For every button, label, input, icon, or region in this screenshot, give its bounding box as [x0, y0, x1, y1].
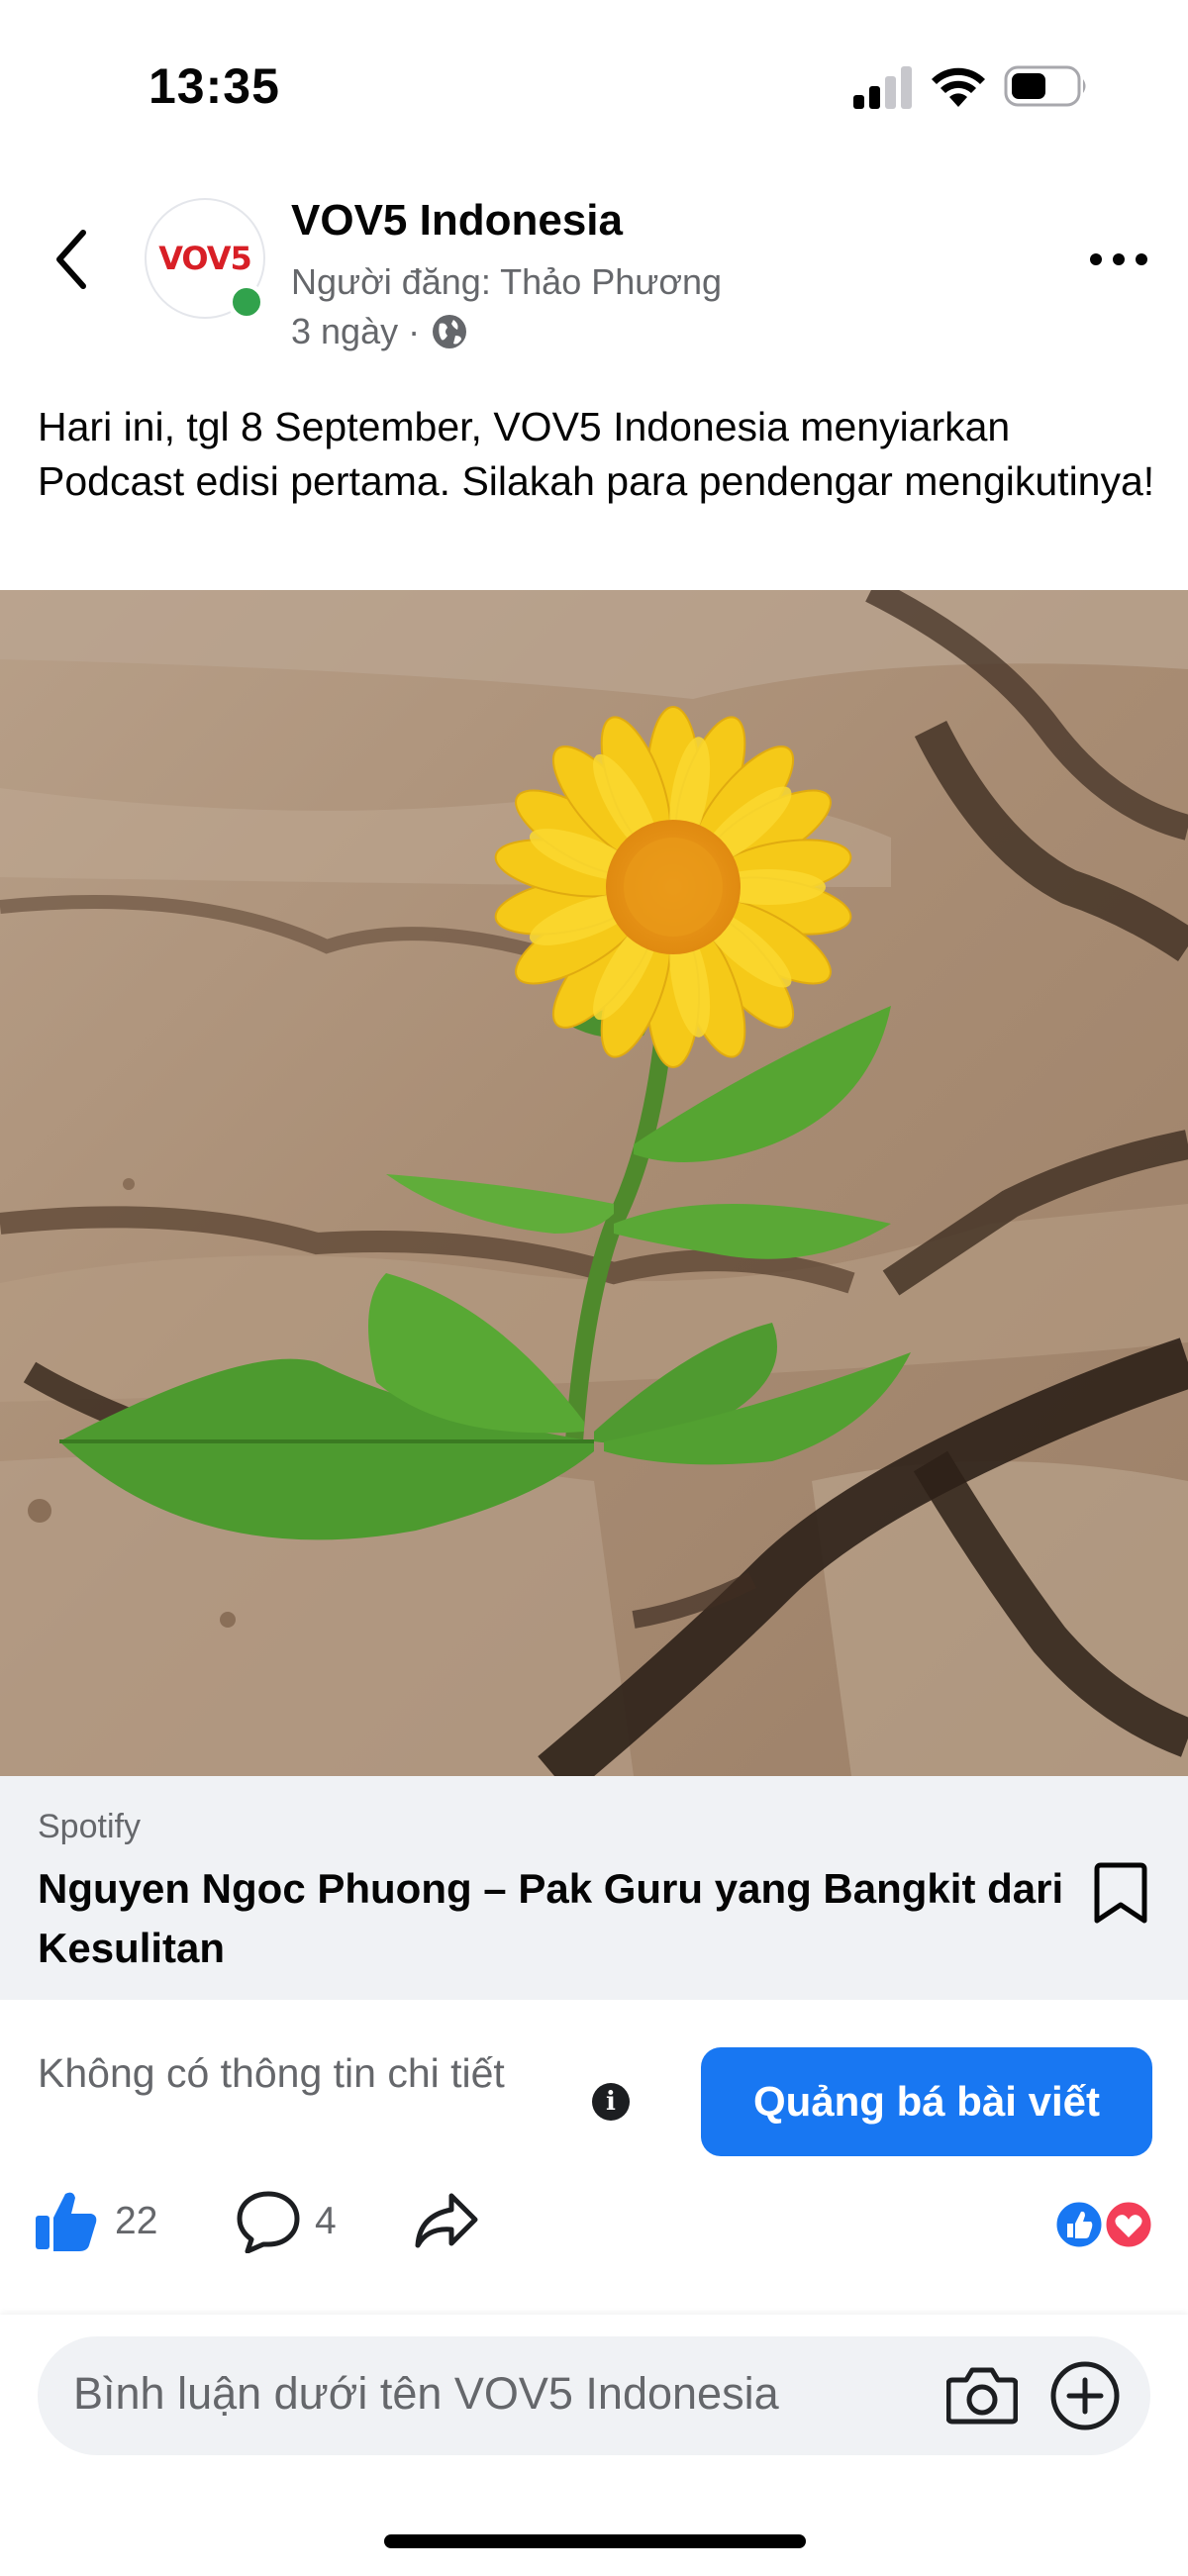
cellular-signal-icon: [853, 66, 912, 109]
post-age[interactable]: 3 ngày: [291, 311, 398, 352]
battery-icon: [1004, 65, 1086, 107]
post-text: Hari ini, tgl 8 September, VOV5 Indonesi…: [38, 404, 1155, 504]
vov5-logo-text: VOV5: [158, 240, 252, 277]
thumbs-up-icon[interactable]: [34, 2188, 99, 2253]
wifi-icon: [932, 67, 985, 107]
comment-placeholder[interactable]: Bình luận dưới tên VOV5 Indonesia: [73, 2368, 779, 2420]
share-arrow-icon[interactable]: [414, 2190, 479, 2251]
link-source: Spotify: [38, 1808, 141, 1845]
link-title[interactable]: Nguyen Ngoc Phuong – Pak Guru yang Bangk…: [38, 1859, 1067, 1978]
meta-separator: ·: [408, 311, 421, 351]
reaction-summary[interactable]: [1051, 2198, 1154, 2251]
home-indicator[interactable]: [384, 2534, 806, 2548]
more-horizontal-icon: [1090, 253, 1147, 265]
post-meta: 3 ngày ·: [291, 311, 469, 352]
bookmark-icon[interactable]: [1093, 1861, 1148, 1925]
posted-by-label: Người đăng: Thảo Phương: [291, 261, 723, 302]
vov5-logo: VOV5: [158, 240, 252, 277]
comment-bubble-icon[interactable]: [236, 2190, 301, 2253]
no-info-text: Không có thông tin chi tiết: [38, 2050, 505, 2096]
like-count[interactable]: 22: [115, 2200, 157, 2243]
camera-icon[interactable]: [946, 2364, 1018, 2426]
globe-icon[interactable]: [430, 312, 469, 351]
chevron-left-icon: [56, 230, 86, 289]
back-button[interactable]: [42, 220, 101, 299]
post-image[interactable]: [0, 590, 1188, 1776]
status-bar: 13:35: [0, 0, 1188, 168]
boost-post-button[interactable]: Quảng bá bài viết: [701, 2047, 1152, 2156]
info-icon[interactable]: i: [592, 2083, 630, 2121]
status-time: 13:35: [148, 58, 280, 114]
flower-photo: [0, 590, 1188, 1776]
plus-circle-icon[interactable]: [1049, 2360, 1121, 2431]
more-options-button[interactable]: [1079, 238, 1158, 281]
page-name[interactable]: VOV5 Indonesia: [291, 196, 623, 246]
comment-count[interactable]: 4: [315, 2200, 337, 2243]
online-status-dot: [228, 283, 265, 321]
